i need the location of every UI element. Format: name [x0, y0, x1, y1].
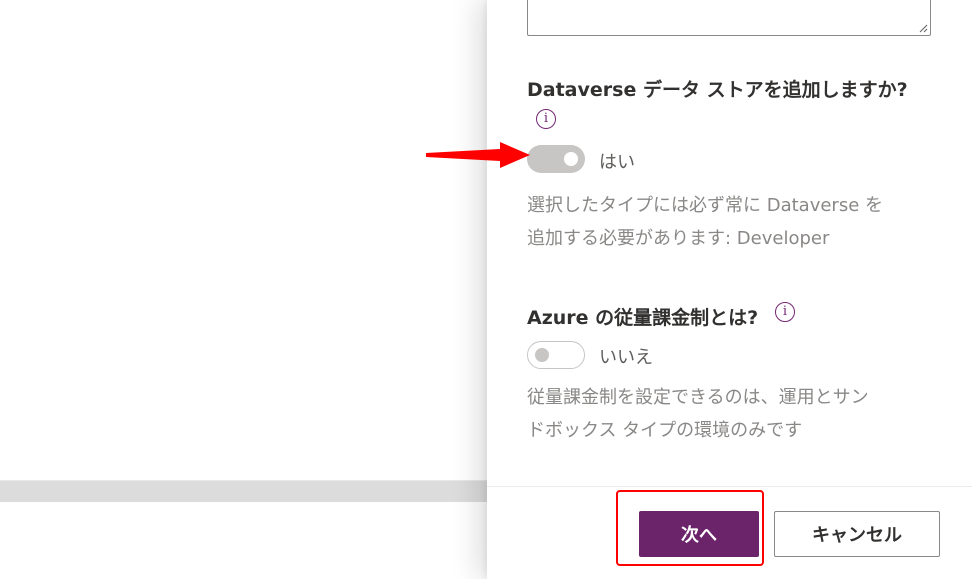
resize-grip-icon[interactable] [919, 24, 928, 33]
description-textarea[interactable] [527, 0, 931, 36]
toggle-knob [535, 348, 549, 362]
side-panel: Dataverse データ ストアを追加しますか? i はい 選択したタイプには… [487, 0, 972, 579]
background-page [0, 0, 487, 579]
azure-hint-line-1: 従量課金制を設定できるのは、運用とサン [527, 387, 869, 408]
azure-question-title: Azure の従量課金制とは? [527, 307, 759, 329]
dataverse-hint-line-2: 追加する必要があります: Developer [527, 228, 830, 249]
dataverse-toggle-label: はい [599, 152, 635, 173]
info-icon[interactable]: i [536, 109, 556, 129]
toggle-knob [564, 152, 578, 166]
next-button[interactable]: 次へ [639, 511, 759, 557]
azure-toggle-label: いいえ [599, 347, 653, 368]
azure-hint-text: 従量課金制を設定できるのは、運用とサン ドボックス タイプの環境のみです [527, 381, 937, 447]
dataverse-question-title: Dataverse データ ストアを追加しますか? [527, 79, 908, 101]
cancel-button[interactable]: キャンセル [774, 511, 940, 557]
azure-hint-line-2: ドボックス タイプの環境のみです [527, 420, 803, 441]
dataverse-hint-line-1: 選択したタイプには必ず常に Dataverse を [527, 195, 883, 216]
horizontal-scrollbar[interactable] [0, 480, 487, 502]
footer-divider [487, 486, 972, 487]
dataverse-hint-text: 選択したタイプには必ず常に Dataverse を 追加する必要があります: D… [527, 189, 937, 255]
dataverse-toggle[interactable] [527, 145, 585, 173]
info-icon[interactable]: i [775, 302, 795, 322]
azure-payg-toggle[interactable] [527, 341, 585, 369]
